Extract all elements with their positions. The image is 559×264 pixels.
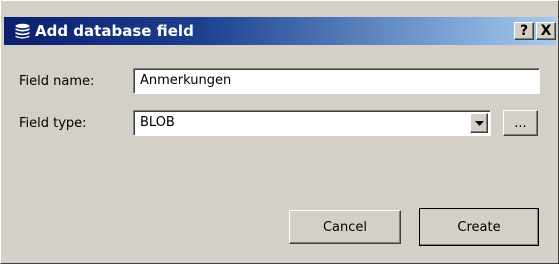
create-button[interactable]: Create [419,208,539,246]
add-database-field-dialog: Add database field ? X Field name: Anmer… [0,0,559,264]
field-type-dropdown-button[interactable] [470,113,488,133]
database-icon [15,23,30,39]
dialog-title: Add database field [35,22,194,40]
help-icon: ? [519,23,529,39]
field-type-label: Field type: [19,116,87,131]
close-icon: X [540,23,552,39]
field-type-value: BLOB [140,115,175,130]
field-name-label: Field name: [19,74,95,89]
help-button[interactable]: ? [514,22,534,40]
browse-type-label: ... [514,115,527,131]
field-name-input[interactable]: Anmerkungen [133,68,540,94]
chevron-down-icon [475,121,484,126]
cancel-button[interactable]: Cancel [289,210,401,244]
title-bar[interactable]: Add database field ? X [4,17,556,45]
cancel-button-label: Cancel [322,219,368,235]
browse-type-button[interactable]: ... [503,110,538,136]
close-button[interactable]: X [536,22,556,40]
create-button-label: Create [457,219,501,235]
field-type-select[interactable]: BLOB [133,110,491,136]
